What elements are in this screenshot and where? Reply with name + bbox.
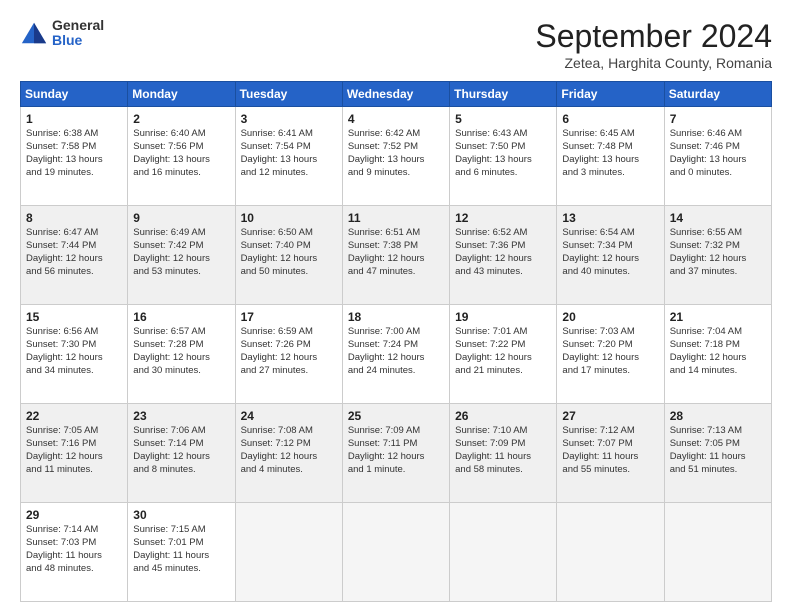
day-number: 4 bbox=[348, 111, 444, 127]
day-number: 24 bbox=[241, 408, 337, 424]
day-number: 29 bbox=[26, 507, 122, 523]
logo-icon bbox=[20, 19, 48, 47]
day-number: 26 bbox=[455, 408, 551, 424]
table-row bbox=[664, 503, 771, 602]
logo-general-text: General bbox=[52, 18, 104, 33]
table-row: 7Sunrise: 6:46 AMSunset: 7:46 PMDaylight… bbox=[664, 107, 771, 206]
table-row: 11Sunrise: 6:51 AMSunset: 7:38 PMDayligh… bbox=[342, 206, 449, 305]
table-row: 15Sunrise: 6:56 AMSunset: 7:30 PMDayligh… bbox=[21, 305, 128, 404]
day-number: 15 bbox=[26, 309, 122, 325]
table-row: 13Sunrise: 6:54 AMSunset: 7:34 PMDayligh… bbox=[557, 206, 664, 305]
day-number: 11 bbox=[348, 210, 444, 226]
calendar-week-row: 1Sunrise: 6:38 AMSunset: 7:58 PMDaylight… bbox=[21, 107, 772, 206]
table-row: 6Sunrise: 6:45 AMSunset: 7:48 PMDaylight… bbox=[557, 107, 664, 206]
col-friday: Friday bbox=[557, 82, 664, 107]
table-row: 14Sunrise: 6:55 AMSunset: 7:32 PMDayligh… bbox=[664, 206, 771, 305]
table-row: 29Sunrise: 7:14 AMSunset: 7:03 PMDayligh… bbox=[21, 503, 128, 602]
day-number: 17 bbox=[241, 309, 337, 325]
table-row: 26Sunrise: 7:10 AMSunset: 7:09 PMDayligh… bbox=[450, 404, 557, 503]
table-row: 1Sunrise: 6:38 AMSunset: 7:58 PMDaylight… bbox=[21, 107, 128, 206]
day-number: 18 bbox=[348, 309, 444, 325]
day-number: 12 bbox=[455, 210, 551, 226]
table-row bbox=[557, 503, 664, 602]
logo: General Blue bbox=[20, 18, 104, 49]
col-saturday: Saturday bbox=[664, 82, 771, 107]
table-row: 16Sunrise: 6:57 AMSunset: 7:28 PMDayligh… bbox=[128, 305, 235, 404]
day-number: 27 bbox=[562, 408, 658, 424]
calendar-week-row: 15Sunrise: 6:56 AMSunset: 7:30 PMDayligh… bbox=[21, 305, 772, 404]
day-number: 14 bbox=[670, 210, 766, 226]
day-number: 13 bbox=[562, 210, 658, 226]
day-number: 8 bbox=[26, 210, 122, 226]
table-row: 5Sunrise: 6:43 AMSunset: 7:50 PMDaylight… bbox=[450, 107, 557, 206]
day-number: 7 bbox=[670, 111, 766, 127]
table-row: 17Sunrise: 6:59 AMSunset: 7:26 PMDayligh… bbox=[235, 305, 342, 404]
table-row: 4Sunrise: 6:42 AMSunset: 7:52 PMDaylight… bbox=[342, 107, 449, 206]
day-number: 10 bbox=[241, 210, 337, 226]
logo-text: General Blue bbox=[52, 18, 104, 49]
day-number: 16 bbox=[133, 309, 229, 325]
calendar-week-row: 8Sunrise: 6:47 AMSunset: 7:44 PMDaylight… bbox=[21, 206, 772, 305]
col-sunday: Sunday bbox=[21, 82, 128, 107]
table-row: 8Sunrise: 6:47 AMSunset: 7:44 PMDaylight… bbox=[21, 206, 128, 305]
day-number: 19 bbox=[455, 309, 551, 325]
table-row: 19Sunrise: 7:01 AMSunset: 7:22 PMDayligh… bbox=[450, 305, 557, 404]
day-number: 2 bbox=[133, 111, 229, 127]
day-number: 3 bbox=[241, 111, 337, 127]
table-row: 28Sunrise: 7:13 AMSunset: 7:05 PMDayligh… bbox=[664, 404, 771, 503]
table-row: 9Sunrise: 6:49 AMSunset: 7:42 PMDaylight… bbox=[128, 206, 235, 305]
col-tuesday: Tuesday bbox=[235, 82, 342, 107]
table-row: 23Sunrise: 7:06 AMSunset: 7:14 PMDayligh… bbox=[128, 404, 235, 503]
header: General Blue September 2024 Zetea, Hargh… bbox=[20, 18, 772, 71]
day-number: 21 bbox=[670, 309, 766, 325]
day-number: 9 bbox=[133, 210, 229, 226]
col-wednesday: Wednesday bbox=[342, 82, 449, 107]
table-row: 27Sunrise: 7:12 AMSunset: 7:07 PMDayligh… bbox=[557, 404, 664, 503]
table-row: 22Sunrise: 7:05 AMSunset: 7:16 PMDayligh… bbox=[21, 404, 128, 503]
day-number: 28 bbox=[670, 408, 766, 424]
location-subtitle: Zetea, Harghita County, Romania bbox=[535, 55, 772, 71]
table-row: 2Sunrise: 6:40 AMSunset: 7:56 PMDaylight… bbox=[128, 107, 235, 206]
day-number: 23 bbox=[133, 408, 229, 424]
table-row: 10Sunrise: 6:50 AMSunset: 7:40 PMDayligh… bbox=[235, 206, 342, 305]
day-number: 30 bbox=[133, 507, 229, 523]
day-number: 22 bbox=[26, 408, 122, 424]
table-row: 21Sunrise: 7:04 AMSunset: 7:18 PMDayligh… bbox=[664, 305, 771, 404]
day-number: 5 bbox=[455, 111, 551, 127]
table-row bbox=[342, 503, 449, 602]
header-row: Sunday Monday Tuesday Wednesday Thursday… bbox=[21, 82, 772, 107]
calendar-week-row: 29Sunrise: 7:14 AMSunset: 7:03 PMDayligh… bbox=[21, 503, 772, 602]
page: General Blue September 2024 Zetea, Hargh… bbox=[0, 0, 792, 612]
table-row: 3Sunrise: 6:41 AMSunset: 7:54 PMDaylight… bbox=[235, 107, 342, 206]
table-row: 12Sunrise: 6:52 AMSunset: 7:36 PMDayligh… bbox=[450, 206, 557, 305]
table-row: 18Sunrise: 7:00 AMSunset: 7:24 PMDayligh… bbox=[342, 305, 449, 404]
table-row: 20Sunrise: 7:03 AMSunset: 7:20 PMDayligh… bbox=[557, 305, 664, 404]
day-number: 1 bbox=[26, 111, 122, 127]
month-title: September 2024 bbox=[535, 18, 772, 55]
day-number: 6 bbox=[562, 111, 658, 127]
table-row bbox=[235, 503, 342, 602]
table-row: 24Sunrise: 7:08 AMSunset: 7:12 PMDayligh… bbox=[235, 404, 342, 503]
day-number: 20 bbox=[562, 309, 658, 325]
table-row bbox=[450, 503, 557, 602]
calendar-table: Sunday Monday Tuesday Wednesday Thursday… bbox=[20, 81, 772, 602]
title-block: September 2024 Zetea, Harghita County, R… bbox=[535, 18, 772, 71]
calendar-week-row: 22Sunrise: 7:05 AMSunset: 7:16 PMDayligh… bbox=[21, 404, 772, 503]
logo-blue-text: Blue bbox=[52, 33, 104, 48]
table-row: 30Sunrise: 7:15 AMSunset: 7:01 PMDayligh… bbox=[128, 503, 235, 602]
day-number: 25 bbox=[348, 408, 444, 424]
table-row: 25Sunrise: 7:09 AMSunset: 7:11 PMDayligh… bbox=[342, 404, 449, 503]
col-monday: Monday bbox=[128, 82, 235, 107]
col-thursday: Thursday bbox=[450, 82, 557, 107]
